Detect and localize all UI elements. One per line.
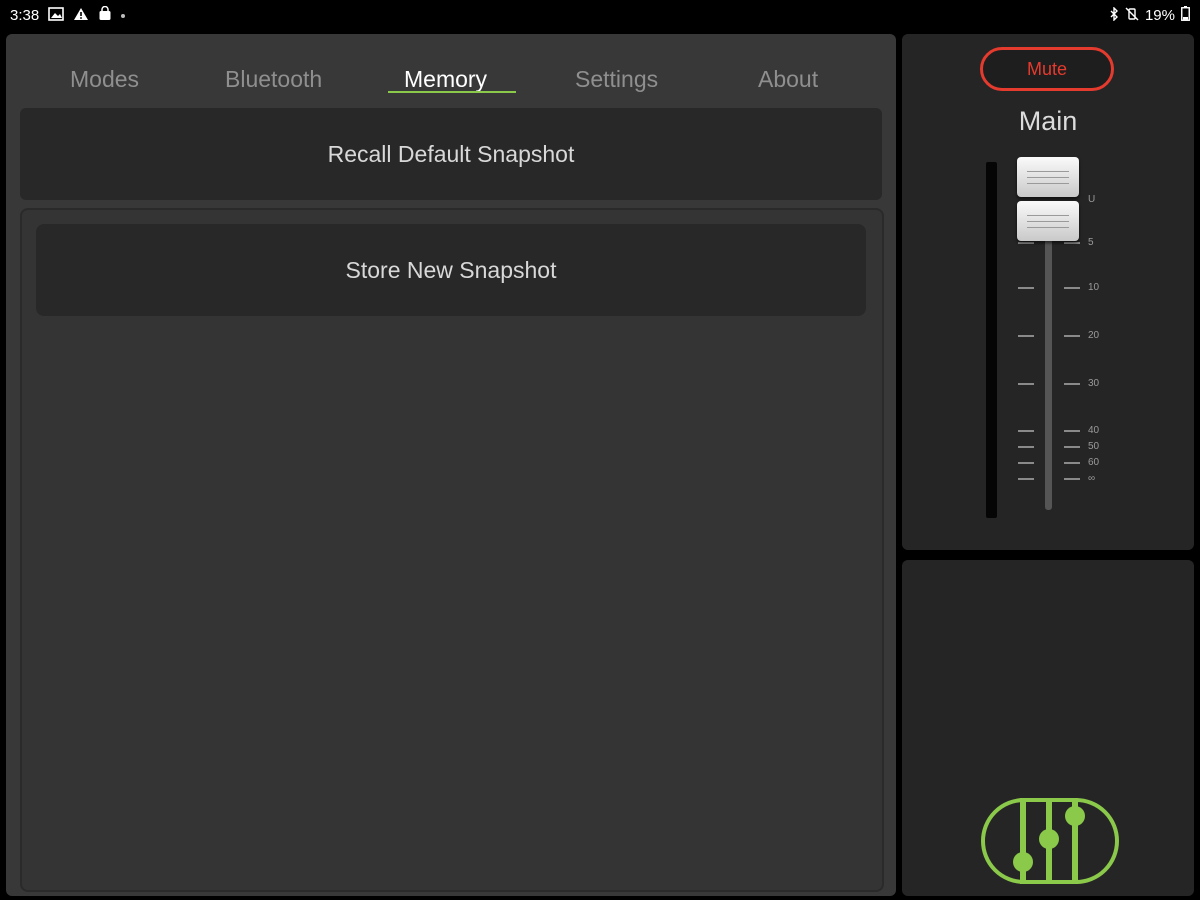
mute-button[interactable]: Mute <box>980 47 1114 91</box>
channel-name: Main <box>1018 106 1078 136</box>
scale-label: 30 <box>1088 378 1100 389</box>
bluetooth-icon <box>1109 5 1119 25</box>
snapshot-list: Store New Snapshot <box>20 208 884 892</box>
image-icon <box>48 6 65 25</box>
fader-track[interactable] <box>1045 234 1052 510</box>
mixer-icon[interactable] <box>980 796 1120 891</box>
status-bar: 3:38 19% <box>0 0 1200 30</box>
tab-modes[interactable]: Modes <box>70 66 139 93</box>
scale-label: 10 <box>1088 282 1100 293</box>
scale-tick <box>1064 462 1080 464</box>
tab-memory[interactable]: Memory <box>404 66 487 93</box>
mute-vibrate-icon <box>1125 7 1139 25</box>
scale-tick <box>1018 242 1034 244</box>
scale-label: ∞ <box>1088 473 1096 484</box>
scale-tick <box>1018 287 1034 289</box>
scale-label: 5 <box>1088 237 1094 248</box>
scale-tick <box>1018 383 1034 385</box>
active-tab-indicator <box>388 91 516 93</box>
scale-tick <box>1018 430 1034 432</box>
scale-label: 60 <box>1088 457 1100 468</box>
status-time: 3:38 <box>10 7 40 24</box>
recall-default-snapshot-label: Recall Default Snapshot <box>327 140 575 167</box>
scale-tick <box>1018 446 1034 448</box>
store-new-snapshot-label: Store New Snapshot <box>345 256 557 283</box>
scale-tick <box>1064 446 1080 448</box>
scale-tick <box>1064 242 1080 244</box>
scale-tick <box>1064 478 1080 480</box>
scale-tick <box>1018 462 1034 464</box>
recall-default-snapshot-button[interactable]: Recall Default Snapshot <box>20 108 882 200</box>
tab-settings[interactable]: Settings <box>575 66 658 93</box>
scale-tick <box>1064 383 1080 385</box>
battery-percent: 19% <box>1144 7 1175 24</box>
scale-tick <box>1064 430 1080 432</box>
scale-tick <box>1064 287 1080 289</box>
scale-tick <box>1064 335 1080 337</box>
scale-label: 50 <box>1088 441 1100 452</box>
scale-label: 20 <box>1088 330 1100 341</box>
tab-bar: Modes Bluetooth Memory Settings About <box>6 34 896 104</box>
scale-tick <box>1018 478 1034 480</box>
fader-knob[interactable] <box>1017 157 1079 197</box>
battery-icon <box>1181 6 1190 25</box>
scale-tick <box>1018 335 1034 337</box>
tab-bluetooth[interactable]: Bluetooth <box>225 66 322 93</box>
tab-about[interactable]: About <box>758 66 818 93</box>
main-panel: Modes Bluetooth Memory Settings About Re… <box>6 34 896 896</box>
dot-icon <box>121 13 126 18</box>
scale-label: 40 <box>1088 425 1100 436</box>
fader-knob-secondary[interactable] <box>1017 201 1079 241</box>
shopping-bag-icon <box>98 5 112 25</box>
store-new-snapshot-button[interactable]: Store New Snapshot <box>36 224 866 316</box>
scale-label: U <box>1088 194 1096 205</box>
mute-label: Mute <box>1026 58 1068 79</box>
level-meter <box>986 162 997 518</box>
mixer-panel <box>902 560 1194 896</box>
fader-panel: Mute Main U 5 10 20 30 40 50 60 ∞ <box>902 34 1194 550</box>
warning-icon <box>73 7 89 25</box>
